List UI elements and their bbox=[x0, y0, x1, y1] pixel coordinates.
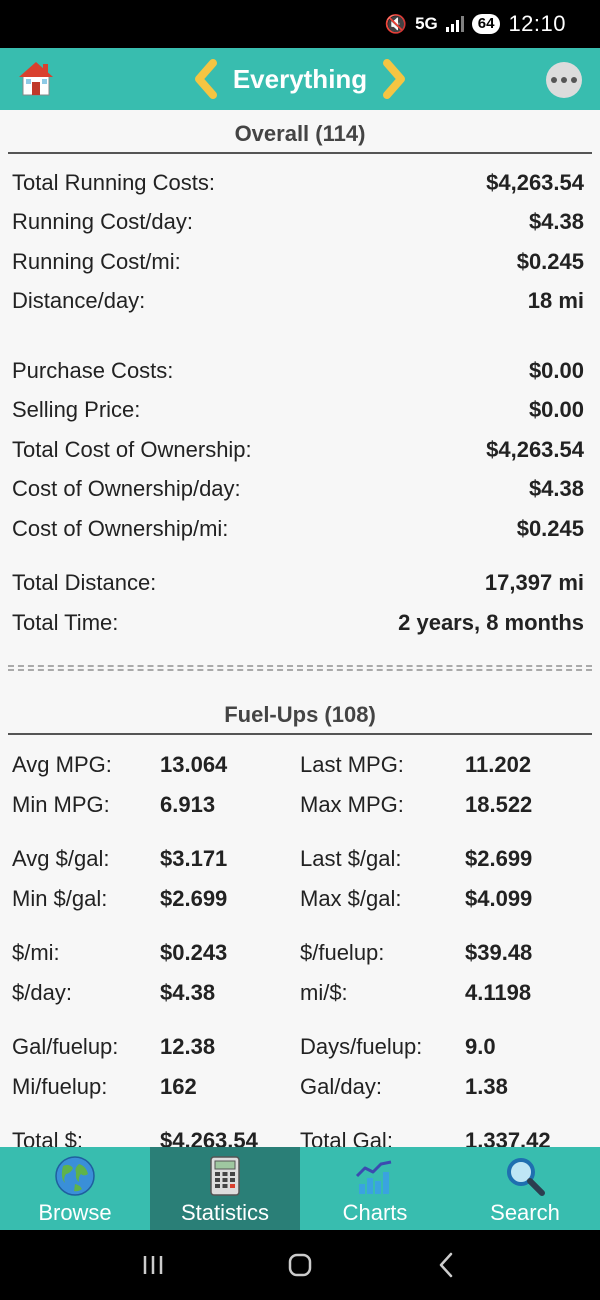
stat-row: $/day: $4.38 mi/$: 4.1198 bbox=[12, 979, 532, 1005]
stat-row: Total Running Costs: $4,263.54 bbox=[12, 169, 584, 195]
tab-label: Charts bbox=[342, 1200, 408, 1225]
stat-row: Gal/fuelup: 12.38 Days/fuelup: 9.0 bbox=[12, 1033, 496, 1059]
battery-indicator: 64 bbox=[471, 14, 501, 34]
filter-title[interactable]: Everything bbox=[233, 64, 367, 95]
stat-row: $/mi: $0.243 $/fuelup: $39.48 bbox=[12, 939, 533, 965]
tab-charts[interactable]: Charts bbox=[300, 1147, 450, 1230]
stat-row: Min MPG: 6.913 Max MPG: 18.522 bbox=[12, 791, 533, 817]
bottom-navigation: Browse Statistics Charts Search bbox=[0, 1147, 600, 1230]
magnifier-icon bbox=[507, 1158, 545, 1196]
stat-row: Total $: $4,263.54 Total Gal: 1,337.42 bbox=[12, 1127, 551, 1148]
overall-stats: Total Running Costs: $4,263.54 Running Co… bbox=[0, 154, 600, 643]
back-icon[interactable] bbox=[432, 1250, 462, 1280]
app-bar: Everything bbox=[0, 48, 600, 110]
stat-row: Selling Price: $0.00 bbox=[12, 397, 584, 423]
globe-icon bbox=[55, 1156, 95, 1196]
stat-row: Avg $/gal: $3.171 Last $/gal: $2.699 bbox=[12, 845, 533, 871]
title-navigator: Everything bbox=[191, 59, 409, 99]
stat-row: Cost of Ownership/mi: $0.245 bbox=[12, 515, 584, 541]
network-indicator: 5G bbox=[415, 14, 438, 33]
home-button-icon[interactable] bbox=[285, 1250, 315, 1280]
status-bar: 🔇 5G 64 12:10 bbox=[0, 0, 600, 48]
stat-row: Distance/day: 18 mi bbox=[12, 288, 584, 314]
more-options-icon[interactable] bbox=[546, 62, 582, 98]
stat-row: Min $/gal: $2.699 Max $/gal: $4.099 bbox=[12, 885, 533, 911]
stat-row: Running Cost/mi: $0.245 bbox=[12, 248, 584, 274]
section-divider bbox=[8, 664, 592, 671]
tab-label: Statistics bbox=[180, 1200, 270, 1225]
tab-statistics[interactable]: Statistics bbox=[150, 1147, 300, 1230]
tab-search[interactable]: Search bbox=[450, 1147, 600, 1230]
chart-icon bbox=[355, 1160, 392, 1194]
chevron-right-icon[interactable] bbox=[379, 59, 409, 99]
home-icon[interactable] bbox=[16, 58, 56, 98]
clock: 12:10 bbox=[508, 11, 566, 36]
signal-icon bbox=[445, 16, 464, 32]
stat-row: Cost of Ownership/day: $4.38 bbox=[12, 476, 584, 502]
system-navigation-bar bbox=[0, 1230, 600, 1300]
stat-row: Total Distance: 17,397 mi bbox=[12, 570, 584, 596]
tab-browse[interactable]: Browse bbox=[0, 1147, 150, 1230]
stat-row: Purchase Costs: $0.00 bbox=[12, 357, 584, 383]
stat-row: Running Cost/day: $4.38 bbox=[12, 209, 584, 235]
stat-row: Avg MPG: 13.064 Last MPG: 11.202 bbox=[12, 751, 532, 777]
tab-label: Browse bbox=[38, 1200, 112, 1225]
tab-label: Search bbox=[490, 1200, 560, 1225]
stat-row: Mi/fuelup: 162 Gal/day: 1.38 bbox=[12, 1073, 508, 1099]
statistics-content[interactable]: Overall (114) Total Running Costs: $4,263… bbox=[0, 110, 600, 1147]
recent-apps-icon[interactable] bbox=[138, 1250, 168, 1280]
mute-icon: 🔇 bbox=[384, 13, 408, 34]
fuelups-stats: Avg MPG: 13.064 Last MPG: 11.202 Min MPG: 6… bbox=[0, 735, 600, 1148]
overall-header: Overall (114) bbox=[8, 110, 592, 154]
stat-row: Total Time: 2 years, 8 months bbox=[12, 609, 584, 635]
chevron-left-icon[interactable] bbox=[191, 59, 221, 99]
calculator-icon bbox=[210, 1156, 240, 1196]
fuelups-header: Fuel-Ups (108) bbox=[8, 691, 592, 735]
stat-row: Total Cost of Ownership: $4,263.54 bbox=[12, 436, 584, 462]
